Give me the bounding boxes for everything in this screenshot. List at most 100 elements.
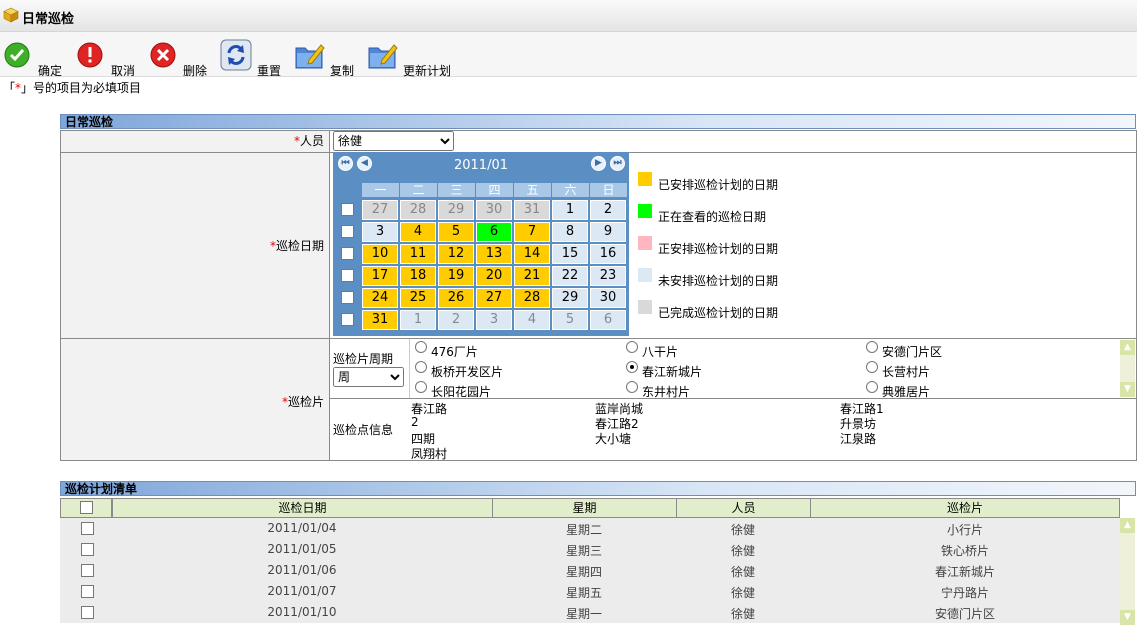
calendar-day[interactable]: 28 <box>514 288 550 308</box>
col-header-date[interactable]: 巡检日期 <box>112 498 493 518</box>
calendar-day[interactable]: 22 <box>552 266 588 286</box>
delete-button[interactable]: 删除 <box>150 32 210 78</box>
legend-label: 已完成巡检计划的日期 <box>658 306 779 320</box>
person-select[interactable]: 徐健 <box>333 131 454 151</box>
row-person: 徐健 <box>730 607 755 621</box>
calendar-day[interactable]: 3 <box>362 222 398 242</box>
calendar-day[interactable]: 31 <box>514 200 550 220</box>
area-radio[interactable] <box>866 381 878 393</box>
area-radio[interactable] <box>626 361 638 373</box>
area-radio[interactable] <box>415 381 427 393</box>
calendar-day[interactable]: 18 <box>400 266 436 286</box>
reset-button[interactable]: 重置 <box>220 32 285 78</box>
calendar-day[interactable]: 10 <box>362 244 398 264</box>
select-all-checkbox[interactable] <box>80 501 93 514</box>
calendar-day[interactable]: 25 <box>400 288 436 308</box>
exclamation-icon <box>77 42 103 68</box>
col-header-weekday[interactable]: 星期 <box>492 498 677 518</box>
calendar-day[interactable]: 2 <box>438 310 474 330</box>
date-label: *巡检日期 <box>61 153 330 338</box>
confirm-button[interactable]: 确定 <box>4 32 64 78</box>
week-checkbox[interactable] <box>341 313 354 326</box>
area-radio[interactable] <box>415 341 427 353</box>
area-radio[interactable] <box>866 361 878 373</box>
row-checkbox[interactable] <box>81 585 94 598</box>
cancel-button[interactable]: 取消 <box>77 32 137 78</box>
calendar-day[interactable]: 15 <box>552 244 588 264</box>
calendar-day[interactable]: 14 <box>514 244 550 264</box>
row-checkbox[interactable] <box>81 543 94 556</box>
calendar-day[interactable]: 4 <box>400 222 436 242</box>
calendar-day[interactable]: 13 <box>476 244 512 264</box>
calendar-day[interactable]: 8 <box>552 222 588 242</box>
calendar-day[interactable]: 5 <box>438 222 474 242</box>
week-checkbox[interactable] <box>341 203 354 216</box>
plan-scrollbar[interactable]: ▲ ▼ <box>1120 518 1135 625</box>
calendar-day[interactable]: 9 <box>590 222 626 242</box>
scroll-up-icon[interactable]: ▲ <box>1120 340 1135 355</box>
scroll-up-icon[interactable]: ▲ <box>1120 518 1135 533</box>
col-header-area[interactable]: 巡检片 <box>810 498 1120 518</box>
week-checkbox[interactable] <box>341 269 354 282</box>
calendar-day[interactable]: 3 <box>476 310 512 330</box>
calendar-day[interactable]: 1 <box>552 200 588 220</box>
week-checkbox[interactable] <box>341 291 354 304</box>
calendar-day[interactable]: 6 <box>590 310 626 330</box>
point-item: 大小塘 <box>595 432 632 446</box>
calendar-day[interactable]: 7 <box>514 222 550 242</box>
calendar-day[interactable]: 30 <box>476 200 512 220</box>
calendar-day[interactable]: 20 <box>476 266 512 286</box>
cycle-select[interactable]: 周 <box>333 367 404 387</box>
table-row[interactable]: 2011/01/07 星期五 徐健 宁丹路片 <box>60 581 1120 602</box>
calendar-day[interactable]: 30 <box>590 288 626 308</box>
area-radio[interactable] <box>415 361 427 373</box>
calendar-day[interactable]: 2 <box>590 200 626 220</box>
table-row[interactable]: 2011/01/06 星期四 徐健 春江新城片 <box>60 560 1120 581</box>
week-checkbox[interactable] <box>341 225 354 238</box>
calendar-day[interactable]: 27 <box>476 288 512 308</box>
table-row[interactable]: 2011/01/04 星期二 徐健 小行片 <box>60 518 1120 539</box>
calendar-day[interactable]: 6 <box>476 222 512 242</box>
scroll-down-icon[interactable]: ▼ <box>1120 610 1135 625</box>
next-month-icon[interactable]: ▶ <box>591 156 606 171</box>
calendar-day[interactable]: 26 <box>438 288 474 308</box>
calendar-day[interactable]: 27 <box>362 200 398 220</box>
calendar-day[interactable]: 16 <box>590 244 626 264</box>
calendar-day[interactable]: 1 <box>400 310 436 330</box>
row-checkbox[interactable] <box>81 522 94 535</box>
calendar-day[interactable]: 29 <box>438 200 474 220</box>
calendar-day[interactable]: 17 <box>362 266 398 286</box>
area-label: 长营村片 <box>882 365 931 379</box>
table-row[interactable]: 2011/01/05 星期三 徐健 铁心桥片 <box>60 539 1120 560</box>
next-year-icon[interactable]: ⏭ <box>610 156 625 171</box>
row-checkbox[interactable] <box>81 564 94 577</box>
calendar-day[interactable]: 24 <box>362 288 398 308</box>
calendar-day[interactable]: 31 <box>362 310 398 330</box>
copy-button[interactable]: 复制 <box>295 32 355 78</box>
calendar-day[interactable]: 5 <box>552 310 588 330</box>
row-weekday: 星期二 <box>565 523 602 537</box>
calendar-day[interactable]: 12 <box>438 244 474 264</box>
update-plan-button[interactable]: 更新计划 <box>368 32 458 78</box>
week-checkbox[interactable] <box>341 247 354 260</box>
calendar-day[interactable]: 19 <box>438 266 474 286</box>
col-header-person[interactable]: 人员 <box>676 498 811 518</box>
table-row[interactable]: 2011/01/10 星期一 徐健 安德门片区 <box>60 602 1120 623</box>
weekday-header: 一 <box>362 183 399 197</box>
area-label: 476厂片 <box>431 345 478 359</box>
calendar-day[interactable]: 23 <box>590 266 626 286</box>
calendar: ⏮ ◀ 2011/01 ▶ ⏭ 一二三四五六日 27 28 29 30 31 1 2 3 4 5 6 7… <box>333 152 629 336</box>
calendar-day[interactable]: 29 <box>552 288 588 308</box>
scroll-down-icon[interactable]: ▼ <box>1120 382 1135 397</box>
calendar-day[interactable]: 4 <box>514 310 550 330</box>
calendar-day[interactable]: 28 <box>400 200 436 220</box>
row-checkbox[interactable] <box>81 606 94 619</box>
calendar-day[interactable]: 11 <box>400 244 436 264</box>
area-radio[interactable] <box>626 341 638 353</box>
calendar-day[interactable]: 21 <box>514 266 550 286</box>
point-item: 江泉路 <box>840 432 877 446</box>
area-radio[interactable] <box>866 341 878 353</box>
area-radio[interactable] <box>626 381 638 393</box>
area-scrollbar[interactable]: ▲ ▼ <box>1120 340 1135 397</box>
row-weekday: 星期四 <box>565 565 602 579</box>
